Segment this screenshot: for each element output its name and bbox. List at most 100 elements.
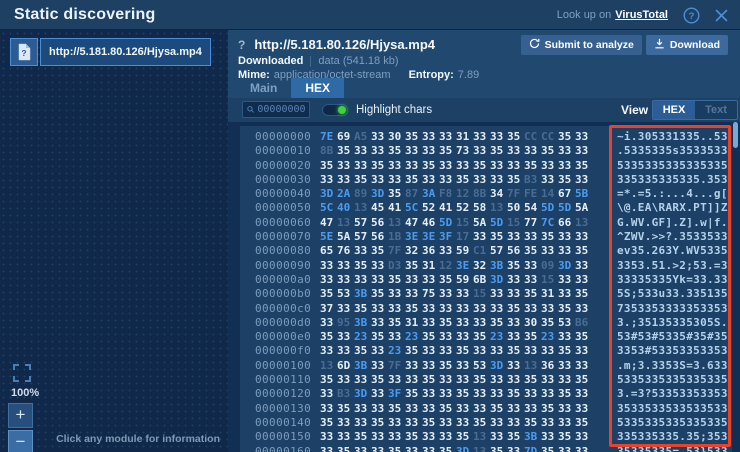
hex-byte: 5D [439, 216, 456, 230]
module-hint-text: Click any module for information [56, 433, 220, 445]
hex-byte: 33 [422, 445, 439, 452]
hex-byte: 35 [473, 373, 490, 387]
hex-byte: 13 [473, 445, 490, 452]
file-module-item[interactable]: ? http://5.181.80.126/Hjysa.mp4 [10, 38, 211, 66]
hex-byte: 33 [490, 373, 507, 387]
hex-byte: 33 [541, 159, 558, 173]
hex-byte: 23 [490, 330, 507, 344]
hex-byte: 33 [541, 244, 558, 258]
hex-ascii: 335335335335.353 [617, 173, 728, 187]
hex-offset: 000000c0 [255, 302, 311, 316]
tab-hex[interactable]: HEX [291, 78, 344, 98]
hex-byte: 33 [490, 173, 507, 187]
hex-byte: 33 [388, 173, 405, 187]
hex-byte: 35 [541, 230, 558, 244]
hex-byte: 41 [439, 201, 456, 215]
hex-byte: 35 [524, 287, 541, 301]
hex-byte: 35 [388, 187, 405, 201]
help-icon[interactable]: ? [683, 7, 700, 24]
view-text-button[interactable]: Text [695, 101, 737, 119]
hex-ascii: =*.=5.:...4...g[ [617, 187, 728, 201]
hex-byte: 15 [456, 216, 473, 230]
zoom-out-button[interactable]: − [8, 430, 33, 452]
hex-row: 0000009033333533D33531123E323B3533093D33… [240, 259, 732, 273]
hex-byte: 33 [575, 445, 592, 452]
hex-byte: 59 [456, 244, 473, 258]
hex-byte: 33 [422, 344, 439, 358]
hex-row: 000000108B353333353333357333353333353333… [240, 144, 732, 158]
file-detail-panel: ? http://5.181.80.126/Hjysa.mp4 Submit t… [228, 30, 740, 452]
submit-to-analyze-button[interactable]: Submit to analyze [521, 35, 642, 55]
hex-ascii: \@.EA\RARX.PT]]Z [617, 201, 728, 215]
unknown-file-icon: ? [10, 38, 38, 66]
hex-byte: 3B [490, 259, 507, 273]
hex-byte: 89 [354, 187, 371, 201]
view-hex-button[interactable]: HEX [653, 101, 695, 119]
hex-byte: 3E [456, 259, 473, 273]
hex-byte: 33 [320, 387, 337, 401]
hex-byte: 33 [439, 330, 456, 344]
hex-byte: 35 [354, 344, 371, 358]
hex-offset: 00000070 [255, 230, 311, 244]
hex-byte: 33 [524, 230, 541, 244]
hex-byte: 3F [388, 387, 405, 401]
hex-byte: 1B [388, 230, 405, 244]
hex-byte: FE [524, 187, 541, 201]
hex-byte: 76 [337, 244, 354, 258]
highlight-chars-toggle[interactable] [322, 104, 348, 116]
hex-byte: 67 [558, 187, 575, 201]
close-icon[interactable] [715, 9, 728, 22]
hex-byte: 3B [354, 316, 371, 330]
hex-byte: 3D [490, 359, 507, 373]
scrollbar-thumb[interactable] [733, 122, 738, 148]
hex-byte: 33 [388, 373, 405, 387]
virustotal-link[interactable]: VirusTotal [615, 9, 668, 21]
modules-sidebar: ? http://5.181.80.126/Hjysa.mp4 100% + −… [0, 30, 228, 452]
hex-byte: CC [541, 130, 558, 144]
hex-row: 000000a03333333335333335596B3D3333153333… [240, 273, 732, 287]
hex-byte: 33 [558, 244, 575, 258]
search-input[interactable] [257, 104, 305, 115]
hex-byte: 33 [439, 159, 456, 173]
fullscreen-icon[interactable] [13, 364, 31, 382]
entropy-label: Entropy: [409, 69, 454, 81]
hex-byte: 15 [541, 273, 558, 287]
hex-row: 00000080657633357F32363359C1575635333335… [240, 244, 732, 258]
hex-bytes: 333335333335333335333335B3333533 [320, 173, 592, 187]
hex-byte: 14 [541, 187, 558, 201]
hex-byte: 40 [337, 201, 354, 215]
hex-byte: 35 [524, 416, 541, 430]
hex-byte: 35 [405, 173, 422, 187]
hex-byte: 33 [337, 416, 354, 430]
hex-byte: 33 [320, 259, 337, 273]
hex-byte: 33 [456, 330, 473, 344]
hex-byte: 33 [575, 302, 592, 316]
tab-main[interactable]: Main [236, 78, 291, 98]
hex-bytes: 136D3B337F33333533533D3313363333 [320, 359, 592, 373]
hex-byte: 35 [524, 244, 541, 258]
hex-toolbar: Highlight chars View HEX Text [228, 98, 740, 122]
hex-row: 00000100136D3B337F33333533533D3313363333… [240, 359, 732, 373]
hex-byte: 33 [422, 144, 439, 158]
hex-row: 000000705E5A57561B3E3E3F1733353333353333… [240, 230, 732, 244]
download-button[interactable]: Download [646, 35, 728, 55]
hex-rows: 000000007E69A5333035333331333335CCCC3533… [240, 126, 732, 452]
hex-byte: 12 [439, 259, 456, 273]
hex-byte: 17 [456, 230, 473, 244]
hex-byte: 33 [320, 445, 337, 452]
hex-offset: 00000090 [255, 259, 311, 273]
hex-byte: 35 [371, 416, 388, 430]
hex-byte: 5C [320, 201, 337, 215]
hex-row: 000000f033333533233533333533333533333533… [240, 344, 732, 358]
hex-byte: 59 [456, 273, 473, 287]
hex-byte: 33 [439, 287, 456, 301]
hex-ascii: ^ZWV.>>?.3533533 [617, 230, 728, 244]
hex-byte: 33 [558, 416, 575, 430]
hex-byte: 35 [320, 287, 337, 301]
hex-offset: 00000050 [255, 201, 311, 215]
hex-bytes: 35333335333335333335333335333335 [320, 159, 592, 173]
hex-byte: 33 [575, 359, 592, 373]
hex-byte: 35 [490, 316, 507, 330]
zoom-in-button[interactable]: + [8, 403, 33, 428]
hex-byte: 47 [405, 216, 422, 230]
